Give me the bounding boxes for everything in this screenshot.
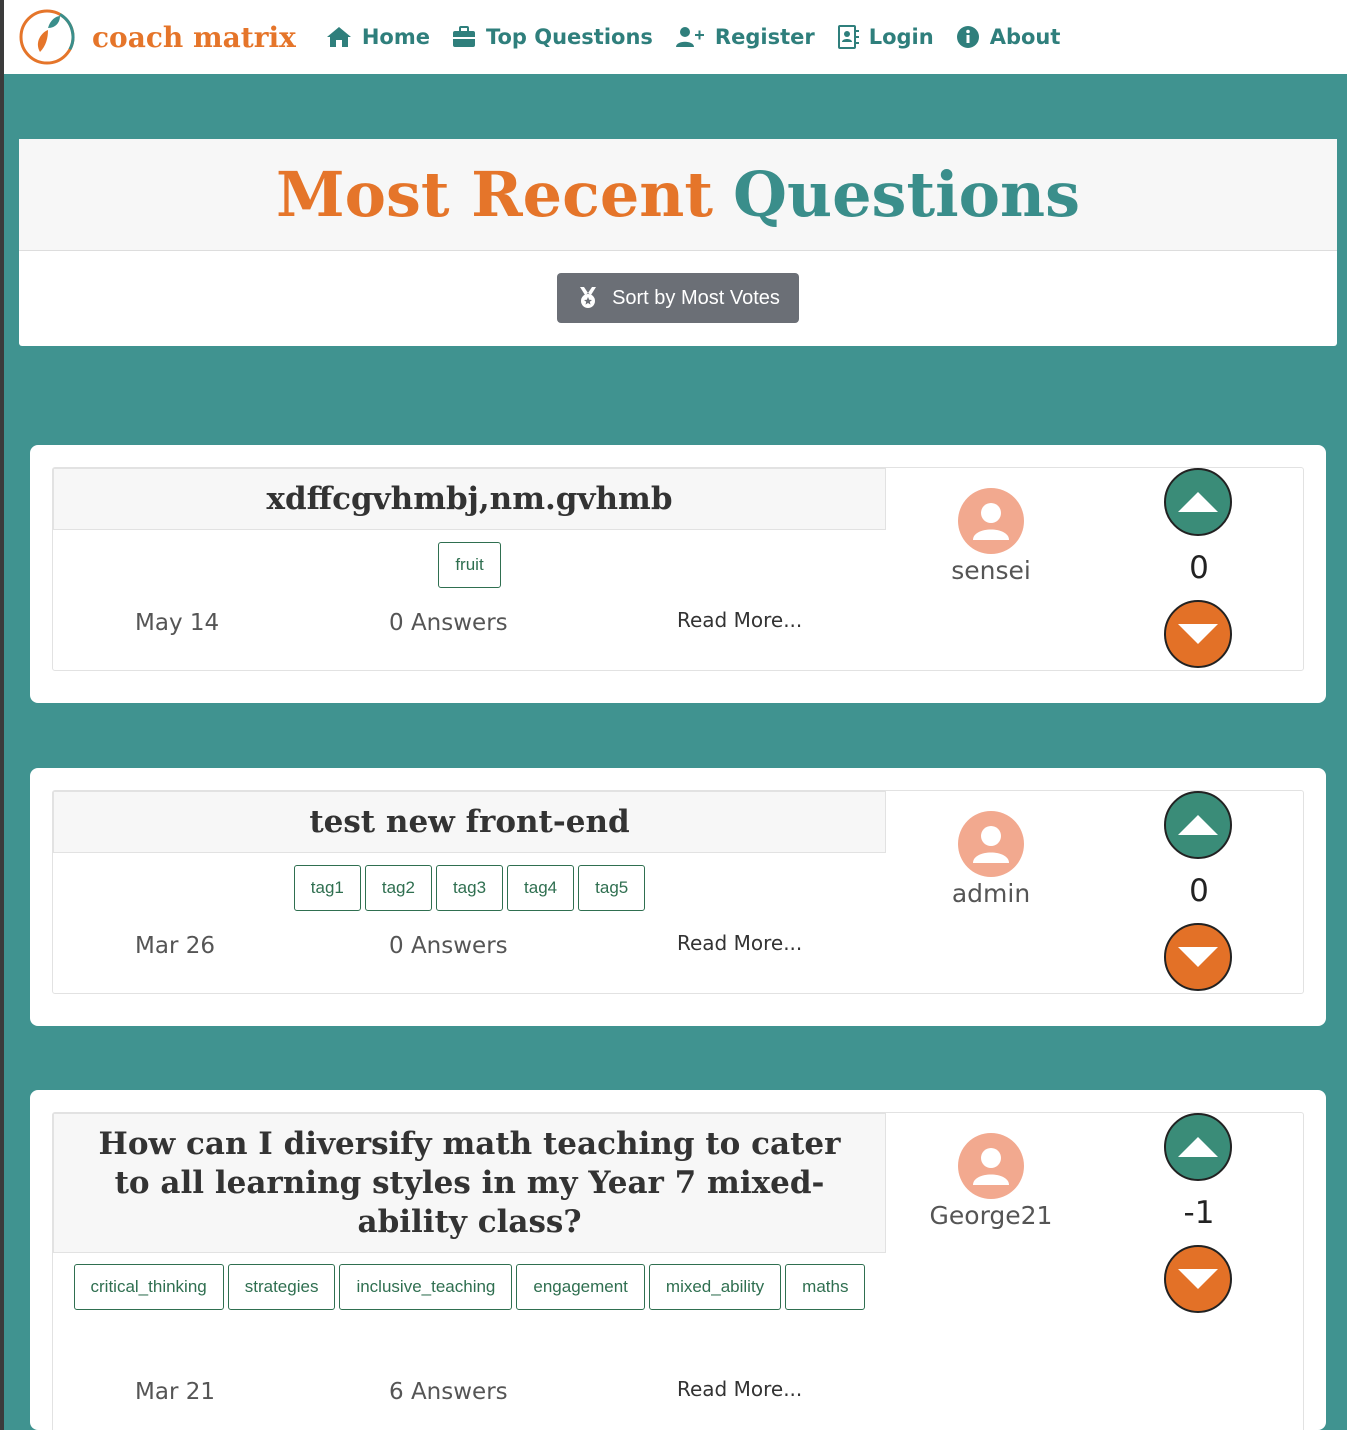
caret-up-icon	[1178, 1137, 1218, 1157]
caret-down-icon	[1178, 947, 1218, 967]
vote-controls: 0	[1164, 468, 1234, 668]
question-title[interactable]: How can I diversify math teaching to cat…	[53, 1113, 886, 1253]
downvote-button[interactable]	[1164, 923, 1232, 991]
question-tags: fruit	[53, 542, 886, 590]
leaf-logo-icon	[19, 9, 75, 65]
question-title[interactable]: xdffcgvhmbj,nm.gvhmb	[53, 468, 886, 530]
nav-about-label: About	[989, 25, 1061, 49]
user-avatar-icon	[973, 826, 1009, 863]
question-inner: test new front-end tag1 tag2 tag3 tag4 t…	[52, 790, 1304, 994]
user-avatar-icon	[973, 1148, 1009, 1185]
downvote-button[interactable]	[1164, 1245, 1232, 1313]
page-title: Most Recent Questions	[19, 139, 1337, 251]
question-date: May 14	[135, 610, 220, 636]
tag-pill[interactable]: mixed_ability	[648, 1264, 782, 1310]
author-name: sensei	[951, 556, 1031, 585]
author-name: George21	[929, 1201, 1053, 1230]
navbar: coach matrix Home Top Questions Register…	[4, 0, 1347, 74]
tag-pill[interactable]: tag5	[578, 865, 646, 911]
question-inner: xdffcgvhmbj,nm.gvhmb fruit May 14 0 Answ…	[52, 467, 1304, 671]
info-circle-icon	[956, 26, 979, 48]
question-inner: How can I diversify math teaching to cat…	[52, 1112, 1304, 1430]
avatar	[958, 488, 1024, 554]
question-author: sensei	[923, 488, 1059, 585]
sort-button-label: Sort by Most Votes	[612, 286, 780, 309]
user-plus-icon	[675, 27, 704, 47]
question-tags: tag1 tag2 tag3 tag4 tag5	[53, 865, 886, 913]
tag-pill[interactable]: maths	[785, 1264, 866, 1310]
nav-login-label: Login	[868, 25, 934, 49]
upvote-button[interactable]	[1164, 468, 1232, 536]
nav-register-label: Register	[714, 25, 815, 49]
nav-about[interactable]: About	[956, 25, 1061, 49]
question-tags: critical_thinking strategies inclusive_t…	[53, 1264, 886, 1312]
window-edge	[0, 0, 4, 1430]
vote-controls: -1	[1164, 1113, 1234, 1313]
read-more-link[interactable]: Read More...	[677, 608, 802, 632]
tag-pill[interactable]: fruit	[438, 542, 501, 588]
read-more-link[interactable]: Read More...	[677, 931, 802, 955]
nav-top-questions-label: Top Questions	[485, 25, 653, 49]
downvote-button[interactable]	[1164, 600, 1232, 668]
home-icon	[326, 27, 351, 47]
nav-top-questions[interactable]: Top Questions	[452, 25, 653, 49]
question-meta: May 14 0 Answers Read More...	[53, 608, 886, 640]
question-author: George21	[913, 1133, 1069, 1230]
nav-login[interactable]: Login	[837, 25, 934, 49]
upvote-button[interactable]	[1164, 791, 1232, 859]
tag-pill[interactable]: tag3	[435, 865, 504, 911]
question-date: Mar 26	[135, 933, 215, 959]
tag-pill[interactable]: strategies	[227, 1264, 336, 1310]
caret-down-icon	[1178, 1269, 1218, 1289]
question-meta: Mar 21 6 Answers Read More...	[53, 1377, 886, 1409]
nav-home[interactable]: Home	[326, 25, 430, 49]
caret-up-icon	[1178, 492, 1218, 512]
question-date: Mar 21	[135, 1379, 215, 1405]
avatar	[958, 811, 1024, 877]
vote-controls: 0	[1164, 791, 1234, 991]
nav-home-label: Home	[361, 25, 430, 49]
tag-pill[interactable]: tag2	[364, 865, 432, 911]
tag-pill[interactable]: tag4	[507, 865, 575, 911]
sort-by-most-votes-button[interactable]: Sort by Most Votes	[557, 273, 799, 323]
page-title-part2: Questions	[733, 158, 1080, 231]
page-title-part1: Most Recent	[276, 158, 714, 231]
read-more-link[interactable]: Read More...	[677, 1377, 802, 1401]
author-name: admin	[951, 879, 1031, 908]
caret-up-icon	[1178, 815, 1218, 835]
user-avatar-icon	[973, 503, 1009, 540]
question-card: test new front-end tag1 tag2 tag3 tag4 t…	[30, 768, 1326, 1026]
question-answers-count: 6 Answers	[389, 1379, 508, 1405]
upvote-button[interactable]	[1164, 1113, 1232, 1181]
contact-book-icon	[837, 25, 859, 49]
question-title[interactable]: test new front-end	[53, 791, 886, 853]
brand-logo-link[interactable]: coach matrix	[18, 8, 296, 66]
vote-count: -1	[1183, 1195, 1215, 1231]
medal-icon	[580, 287, 597, 308]
tag-pill[interactable]: engagement	[516, 1264, 645, 1310]
vote-count: 0	[1189, 873, 1209, 909]
page-header-card: Most Recent Questions Sort by Most Votes	[19, 139, 1337, 346]
question-meta: Mar 26 0 Answers Read More...	[53, 931, 886, 963]
tag-pill[interactable]: critical_thinking	[73, 1264, 224, 1310]
question-card: xdffcgvhmbj,nm.gvhmb fruit May 14 0 Answ…	[30, 445, 1326, 703]
question-answers-count: 0 Answers	[389, 610, 508, 636]
nav-register[interactable]: Register	[675, 25, 815, 49]
vote-count: 0	[1189, 550, 1209, 586]
question-answers-count: 0 Answers	[389, 933, 508, 959]
question-author: admin	[923, 811, 1059, 908]
question-card: How can I diversify math teaching to cat…	[30, 1090, 1326, 1430]
caret-down-icon	[1178, 624, 1218, 644]
brand-name: coach matrix	[92, 20, 296, 54]
briefcase-icon	[452, 26, 475, 47]
tag-pill[interactable]: inclusive_teaching	[339, 1264, 513, 1310]
tag-pill[interactable]: tag1	[293, 865, 361, 911]
avatar	[958, 1133, 1024, 1199]
